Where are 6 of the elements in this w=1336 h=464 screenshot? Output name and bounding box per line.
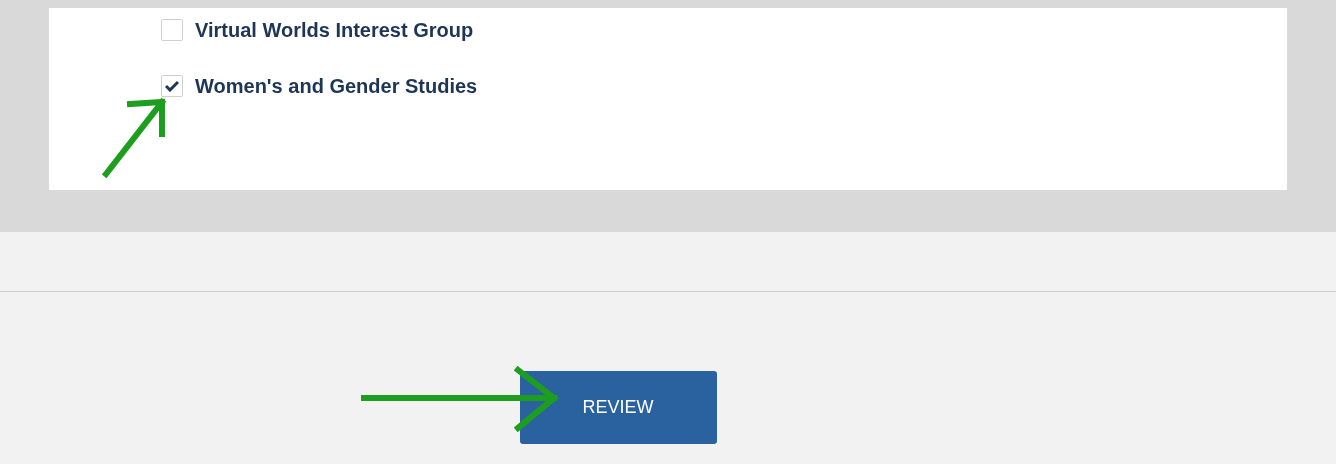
review-button[interactable]: REVIEW [519, 371, 717, 444]
option-label: Women's and Gender Studies [195, 74, 478, 99]
checkbox[interactable] [161, 75, 183, 97]
checkmark-icon [165, 80, 179, 92]
checkbox[interactable] [161, 19, 183, 41]
option-label: Virtual Worlds Interest Group [195, 18, 474, 43]
